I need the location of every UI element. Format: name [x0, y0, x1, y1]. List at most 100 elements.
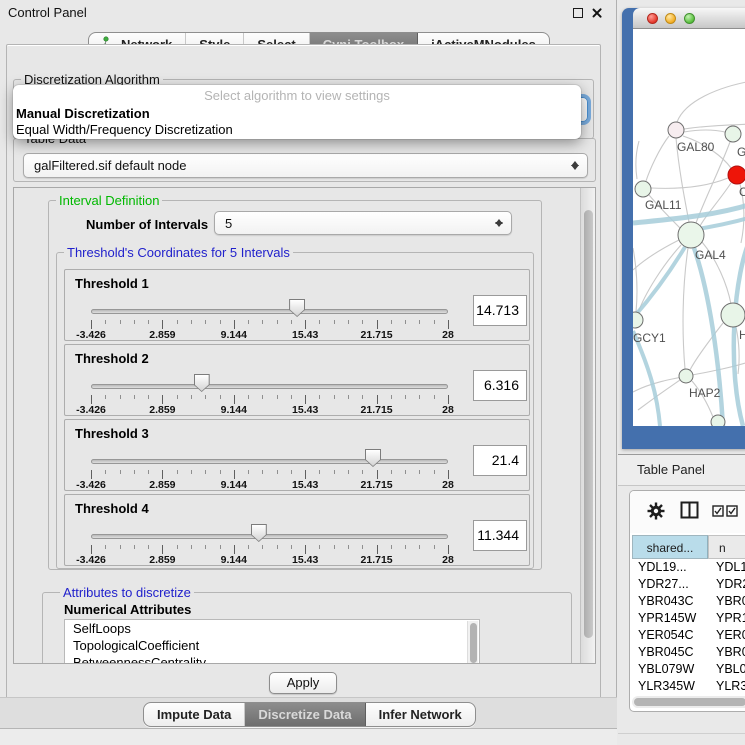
select-columns-checkbox-icon[interactable] [712, 505, 738, 520]
apply-button[interactable]: Apply [269, 672, 337, 694]
number-of-intervals-combobox[interactable]: 5 [214, 211, 512, 235]
settings-vertical-scrollbar[interactable] [580, 188, 595, 663]
table-cell-shared[interactable]: YER054C [632, 627, 708, 644]
table-cell-name[interactable]: YPR1 [708, 610, 745, 627]
table-cell-name[interactable]: YDL1 [708, 559, 745, 576]
slider-thumb[interactable] [194, 374, 210, 392]
table-cell-name[interactable]: YBL0 [708, 661, 745, 678]
network-node[interactable] [725, 126, 741, 142]
tick-mark [120, 470, 121, 474]
network-edge-highlighted[interactable] [633, 247, 685, 318]
list-item[interactable]: SelfLoops [65, 620, 479, 637]
attributes-scrollbar[interactable] [467, 621, 478, 664]
table-cell-name[interactable]: YER0 [708, 627, 745, 644]
network-canvas[interactable]: GAL80GACGAL11GAL4GCY1HHAP2 [633, 29, 745, 426]
table-row[interactable]: YPR145WYPR1 [632, 610, 745, 627]
tick-mark [162, 395, 163, 404]
table-row[interactable]: YBR043CYBR0 [632, 593, 745, 610]
network-edge[interactable] [646, 136, 669, 181]
tick-mark [434, 545, 435, 549]
slider-track[interactable] [91, 534, 448, 539]
close-icon[interactable] [591, 7, 603, 19]
table-cell-shared[interactable]: YPR145W [632, 610, 708, 627]
threshold-value-field[interactable]: 14.713 [473, 295, 527, 326]
slider-track[interactable] [91, 384, 448, 389]
table-cell-shared[interactable]: YLR345W [632, 678, 708, 695]
network-edge-highlighted[interactable] [633, 331, 660, 426]
close-traffic-icon[interactable] [647, 13, 658, 24]
tab-discretize-data[interactable]: Discretize Data [245, 703, 365, 726]
tab-infer-network[interactable]: Infer Network [366, 703, 475, 726]
tick-mark [319, 545, 320, 549]
network-edge[interactable] [677, 81, 745, 122]
network-edge[interactable] [700, 183, 731, 226]
tick-label: 28 [420, 479, 476, 491]
tick-mark [348, 395, 349, 399]
network-node[interactable] [668, 122, 684, 138]
split-columns-icon[interactable] [680, 501, 699, 522]
network-node[interactable] [711, 415, 725, 426]
tick-mark [148, 545, 149, 549]
tab-impute-data[interactable]: Impute Data [144, 703, 245, 726]
table-cell-name[interactable]: YDR2 [708, 576, 745, 593]
table-cell-shared[interactable]: YBR043C [632, 593, 708, 610]
tick-mark [277, 320, 278, 324]
column-header-shared[interactable]: shared... [632, 535, 708, 559]
scrollbar-thumb[interactable] [584, 210, 593, 638]
bottom-filler [0, 728, 617, 745]
table-row[interactable]: YDL19...YDL1 [632, 559, 745, 576]
gear-icon[interactable] [646, 501, 666, 524]
network-node[interactable] [679, 369, 693, 383]
network-edge[interactable] [684, 130, 725, 132]
threshold-value-field[interactable]: 6.316 [473, 370, 527, 401]
list-item[interactable]: TopologicalCoefficient [65, 637, 479, 654]
tick-mark [391, 470, 392, 474]
table-row[interactable]: YLR345WYLR3 [632, 678, 745, 695]
table-cell-name[interactable]: YBR0 [708, 644, 745, 661]
zoom-traffic-icon[interactable] [684, 13, 695, 24]
network-edge[interactable] [633, 248, 637, 312]
table-horizontal-scrollbar[interactable] [632, 696, 745, 708]
network-node[interactable] [633, 312, 643, 328]
tick-mark [234, 395, 235, 404]
network-node[interactable] [728, 166, 745, 184]
slider-thumb[interactable] [365, 449, 381, 467]
network-node[interactable] [678, 222, 704, 248]
network-edge[interactable] [651, 178, 728, 188]
scrollbar-thumb[interactable] [470, 623, 477, 663]
dropdown-option-manual[interactable]: Manual Discretization [16, 106, 150, 121]
scrollbar-thumb[interactable] [634, 698, 745, 706]
table-cell-name[interactable]: YBR0 [708, 593, 745, 610]
network-window-titlebar[interactable] [633, 8, 745, 29]
numerical-attributes-list[interactable]: SelfLoopsTopologicalCoefficientBetweenne… [64, 619, 480, 664]
slider-track[interactable] [91, 309, 448, 314]
threshold-value-field[interactable]: 11.344 [473, 520, 527, 551]
minimize-traffic-icon[interactable] [665, 13, 676, 24]
network-node[interactable] [721, 303, 745, 327]
column-header-name[interactable]: n [708, 535, 745, 559]
threshold-panel: Threshold 2-3.4262.8599.14415.4321.71528… [64, 344, 530, 416]
threshold-value-field[interactable]: 21.4 [473, 445, 527, 476]
slider-thumb[interactable] [289, 299, 305, 317]
network-edge[interactable] [683, 248, 688, 369]
network-node[interactable] [635, 181, 651, 197]
table-cell-shared[interactable]: YBL079W [632, 661, 708, 678]
table-row[interactable]: YBR045CYBR0 [632, 644, 745, 661]
table-row[interactable]: YBL079WYBL0 [632, 661, 745, 678]
table-cell-shared[interactable]: YBR045C [632, 644, 708, 661]
network-node-label: GA [737, 145, 745, 159]
network-edge[interactable] [636, 141, 639, 179]
dropdown-option-equal-width[interactable]: Equal Width/Frequency Discretization [16, 122, 233, 137]
slider-ticks [91, 545, 448, 554]
table-cell-name[interactable]: YLR3 [708, 678, 745, 695]
table-row[interactable]: YDR27...YDR2 [632, 576, 745, 593]
list-item[interactable]: BetweennessCentrality [65, 654, 479, 664]
table-row[interactable]: YER054CYER0 [632, 627, 745, 644]
slider-track[interactable] [91, 459, 448, 464]
slider-thumb[interactable] [251, 524, 267, 542]
float-window-icon[interactable] [573, 8, 583, 18]
table-cell-shared[interactable]: YDR27... [632, 576, 708, 593]
table-cell-shared[interactable]: YDL19... [632, 559, 708, 576]
table-data-combobox[interactable]: galFiltered.sif default node [23, 153, 588, 178]
tick-label: 2.859 [134, 554, 190, 566]
